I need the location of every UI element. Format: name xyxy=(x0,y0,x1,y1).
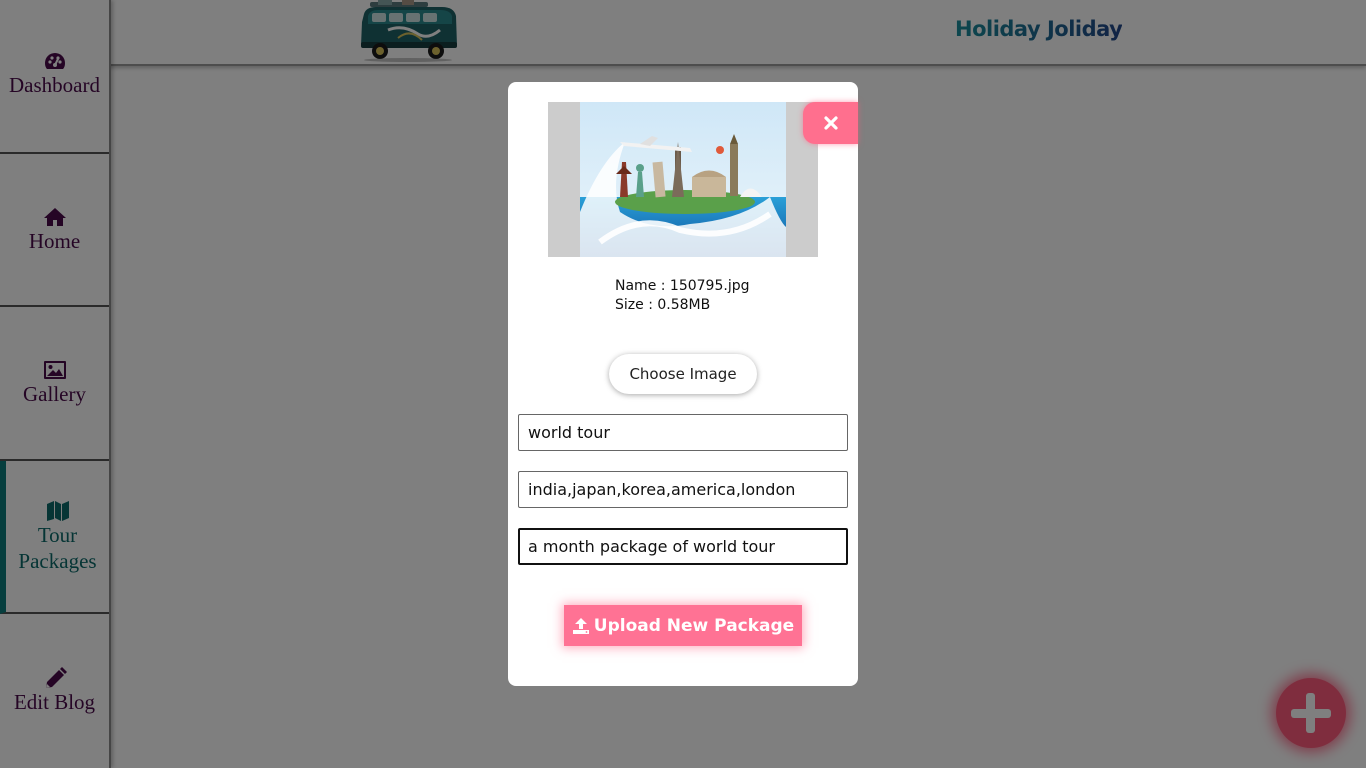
upload-button-label: Upload New Package xyxy=(593,615,795,636)
world-landmarks-image xyxy=(580,102,786,257)
choose-image-button[interactable]: Choose Image xyxy=(609,354,757,394)
destinations-input[interactable]: india,japan,korea,america,london xyxy=(518,471,848,508)
file-info: Name : 150795.jpg Size : 0.58MB xyxy=(615,277,749,315)
package-title-input[interactable]: world tour xyxy=(518,414,848,451)
file-name: Name : 150795.jpg xyxy=(615,278,750,294)
close-icon xyxy=(823,116,838,130)
upload-icon xyxy=(572,617,589,634)
upload-package-modal: Name : 150795.jpg Size : 0.58MB Choose I… xyxy=(508,82,858,686)
description-input[interactable]: a month package of world tour xyxy=(518,528,848,565)
close-button[interactable] xyxy=(803,102,858,144)
file-size: Size : 0.58MB xyxy=(615,297,711,313)
upload-new-package-button[interactable]: Upload New Package xyxy=(564,605,802,646)
image-preview-frame xyxy=(548,102,818,257)
